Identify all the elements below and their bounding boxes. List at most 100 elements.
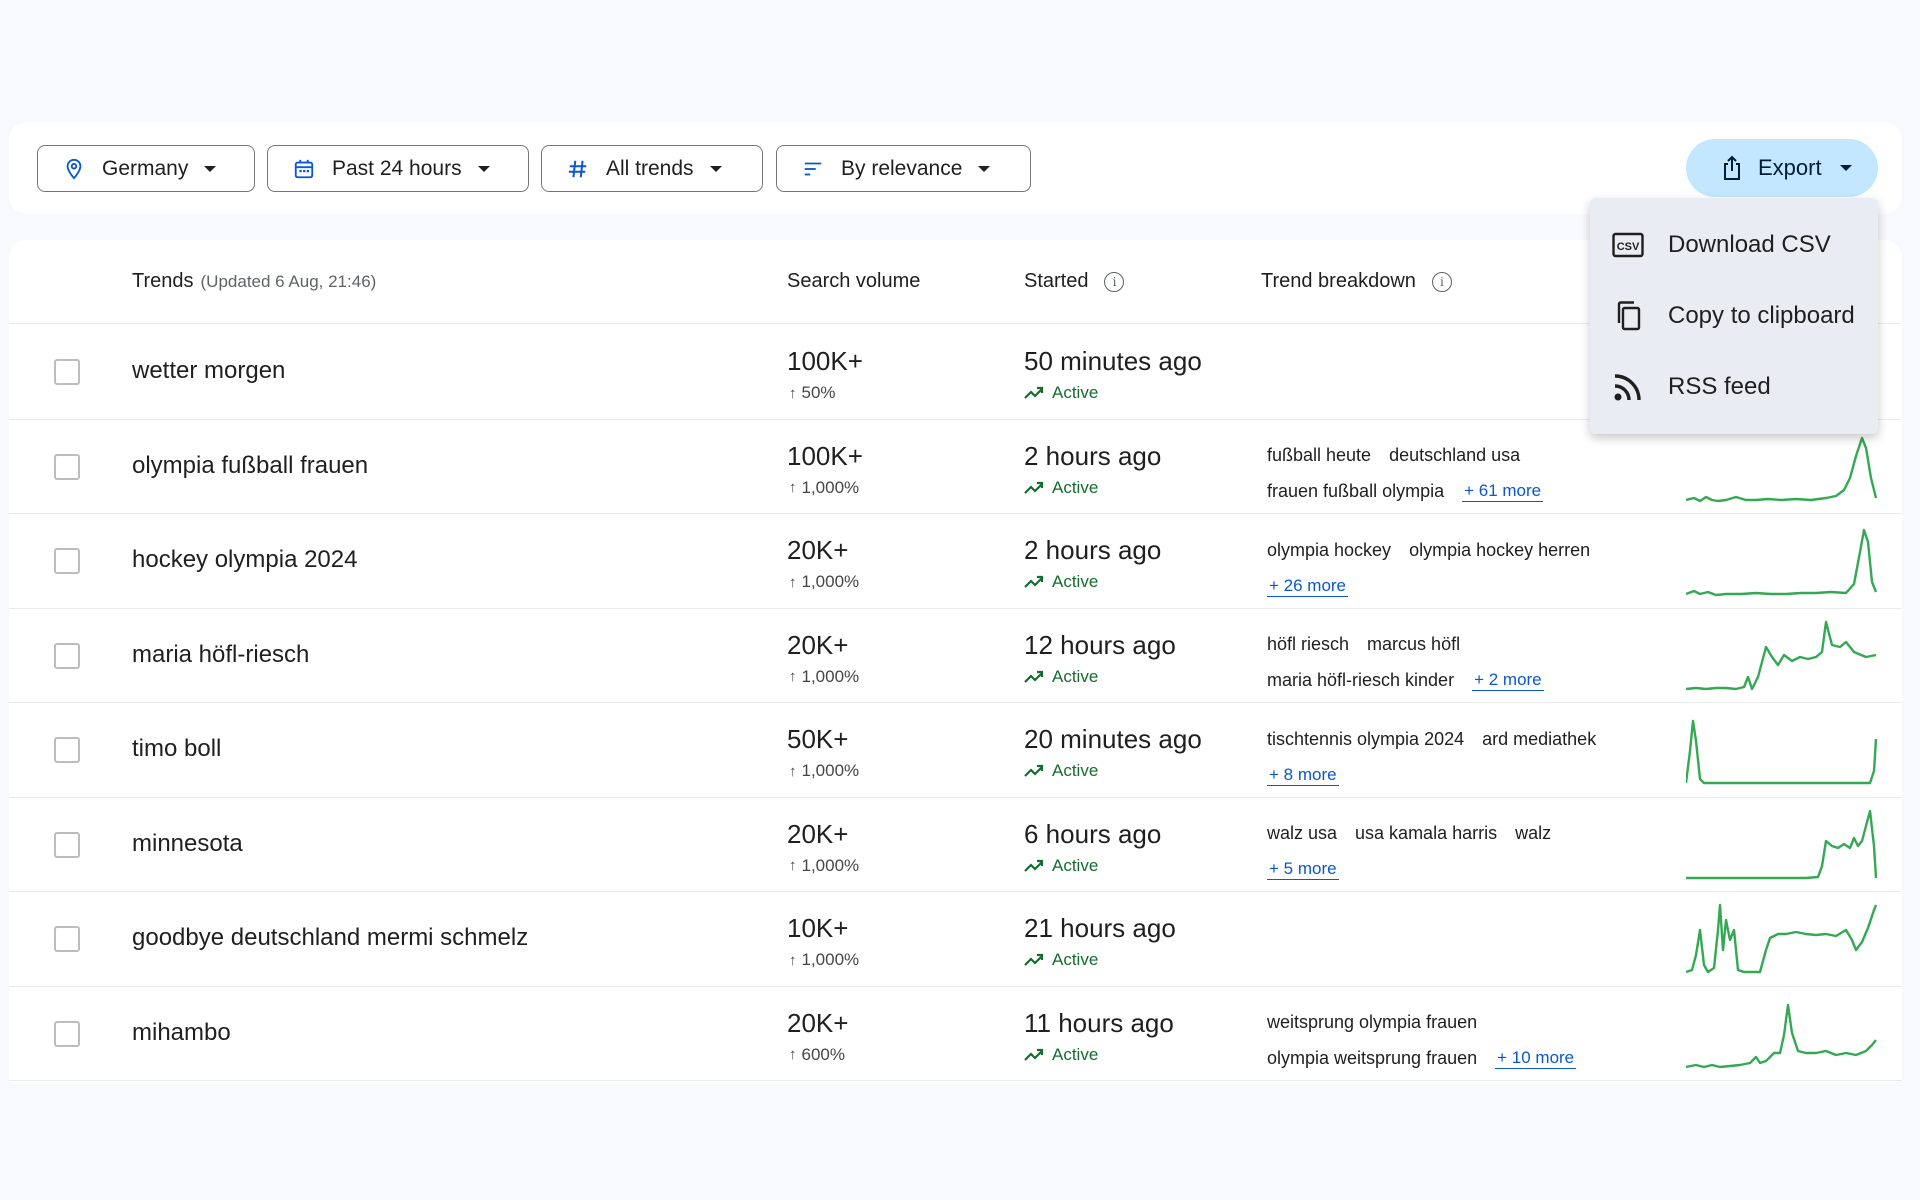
location-filter-button[interactable]: Germany [37,145,255,192]
breakdown-query[interactable]: höfl riesch [1267,634,1349,655]
breakdown-query[interactable]: fußball heute [1267,445,1371,466]
share-export-icon [1720,155,1744,181]
breakdown-query[interactable]: frauen fußball olympia [1267,481,1444,502]
row-checkbox[interactable] [54,1020,80,1047]
breakdown-query[interactable]: olympia hockey herren [1409,540,1590,561]
increase-value: 1,000% [801,666,860,686]
export-label: Export [1758,155,1822,180]
trending-up-icon [1024,575,1044,588]
arrow-up-icon: ↑ [789,668,797,685]
trend-sparkline [1686,528,1878,597]
status-badge: Active [1024,950,1098,970]
time-filter-button[interactable]: Past 24 hours [267,145,529,192]
row-checkbox[interactable] [54,453,80,480]
trend-term[interactable]: minnesota [132,830,243,858]
export-button[interactable]: Export [1686,139,1878,197]
more-queries-link[interactable]: + 2 more [1472,670,1544,691]
volume-increase: ↑ 50% [789,383,836,403]
status-badge: Active [1024,761,1098,781]
breakdown-line: olympia hockey olympia hockey herren [1267,532,1647,568]
search-volume: 50K+ [787,724,849,754]
table-row[interactable]: mihambo 20K+ ↑ 600% 11 hours ago Active … [9,987,1902,1081]
trend-term[interactable]: olympia fußball frauen [132,452,368,480]
trend-term[interactable]: hockey olympia 2024 [132,546,357,574]
rss-feed-item[interactable]: RSS feed [1590,352,1878,422]
download-csv-item[interactable]: CSV Download CSV [1590,210,1878,280]
trend-term[interactable]: timo boll [132,735,221,763]
breakdown-query[interactable]: ard mediathek [1482,729,1596,750]
volume-header[interactable]: Search volume [787,270,920,293]
breakdown-query[interactable]: olympia weitsprung frauen [1267,1048,1477,1069]
started-time: 6 hours ago [1024,818,1162,849]
download-csv-label: Download CSV [1668,231,1831,258]
status-label: Active [1052,383,1099,402]
sort-icon [801,157,825,181]
trend-breakdown: höfl riesch marcus höfl maria höfl-riesch … [1267,627,1647,699]
breakdown-query[interactable]: maria höfl-riesch kinder [1267,670,1454,691]
breakdown-query[interactable]: marcus höfl [1367,634,1460,655]
table-row[interactable]: maria höfl-riesch 20K+ ↑ 1,000% 12 hours… [9,609,1902,703]
sort-filter-label: By relevance [841,156,963,180]
table-row[interactable]: minnesota 20K+ ↑ 1,000% 6 hours ago Acti… [9,798,1902,892]
row-checkbox[interactable] [54,359,80,385]
sort-filter-button[interactable]: By relevance [776,145,1031,192]
table-row[interactable]: timo boll 50K+ ↑ 1,000% 20 minutes ago A… [9,703,1902,798]
breakdown-line: weitsprung olympia frauen [1267,1005,1647,1041]
more-queries-link[interactable]: + 5 more [1267,859,1339,880]
breakdown-line: tischtennis olympia 2024 ard mediathek [1267,721,1647,757]
copy-icon [1610,298,1646,334]
trending-up-icon [1024,386,1044,399]
arrow-up-icon: ↑ [789,762,797,780]
chevron-down-icon [477,165,490,172]
trends-header-label: Trends [132,270,194,292]
breakdown-query[interactable]: tischtennis olympia 2024 [1267,729,1464,750]
increase-value: 1,000% [801,572,860,591]
arrow-up-icon: ↑ [789,573,797,591]
row-checkbox[interactable] [54,926,80,952]
category-filter-button[interactable]: All trends [541,145,763,192]
trend-term[interactable]: wetter morgen [132,357,285,385]
started-time: 50 minutes ago [1024,346,1202,376]
trend-breakdown: tischtennis olympia 2024 ard mediathek + 8… [1267,721,1647,793]
trend-breakdown: olympia hockey olympia hockey herren + 26 … [1267,532,1647,604]
volume-increase: ↑ 1,000% [789,856,859,876]
volume-increase: ↑ 600% [789,1045,845,1065]
search-volume: 100K+ [787,440,863,471]
breakdown-query[interactable]: deutschland usa [1389,445,1520,466]
trend-term[interactable]: maria höfl-riesch [132,641,309,669]
table-row[interactable]: hockey olympia 2024 20K+ ↑ 1,000% 2 hour… [9,514,1902,609]
more-queries-link[interactable]: + 10 more [1495,1048,1577,1069]
table-row[interactable]: goodbye deutschland mermi schmelz 10K+ ↑… [9,892,1902,987]
breakdown-line: + 5 more [1267,852,1647,888]
info-icon[interactable]: i [1104,271,1125,292]
started-header[interactable]: Started i [1024,270,1125,293]
row-checkbox[interactable] [54,737,80,763]
breakdown-query[interactable]: olympia hockey [1267,540,1391,561]
volume-increase: ↑ 1,000% [789,761,859,781]
arrow-up-icon: ↑ [789,479,797,496]
arrow-up-icon: ↑ [789,951,797,969]
copy-clipboard-label: Copy to clipboard [1668,302,1855,329]
more-queries-link[interactable]: + 26 more [1267,576,1349,597]
more-queries-link[interactable]: + 8 more [1267,765,1339,786]
info-icon[interactable]: i [1431,271,1452,292]
breakdown-query[interactable]: weitsprung olympia frauen [1267,1012,1477,1033]
svg-text:CSV: CSV [1617,241,1640,253]
row-checkbox[interactable] [54,548,80,574]
trend-breakdown: weitsprung olympia frauen olympia weitspr… [1267,1005,1647,1077]
trend-term[interactable]: goodbye deutschland mermi schmelz [132,924,528,952]
breakdown-query[interactable]: walz usa [1267,823,1337,844]
breakdown-query[interactable]: usa kamala harris [1355,823,1497,844]
copy-clipboard-item[interactable]: Copy to clipboard [1590,281,1878,351]
row-checkbox[interactable] [54,831,80,858]
category-filter-label: All trends [606,156,694,180]
row-checkbox[interactable] [54,642,80,669]
trend-term[interactable]: mihambo [132,1019,231,1047]
status-badge: Active [1024,856,1098,876]
breakdown-header: Trend breakdown i [1261,270,1452,293]
breakdown-query[interactable]: walz [1515,823,1551,844]
started-time: 12 hours ago [1024,629,1176,660]
export-menu: CSV Download CSV Copy to clipboard RSS f… [1590,198,1878,434]
breakdown-line: olympia weitsprung frauen + 10 more [1267,1041,1647,1077]
more-queries-link[interactable]: + 61 more [1462,481,1544,502]
